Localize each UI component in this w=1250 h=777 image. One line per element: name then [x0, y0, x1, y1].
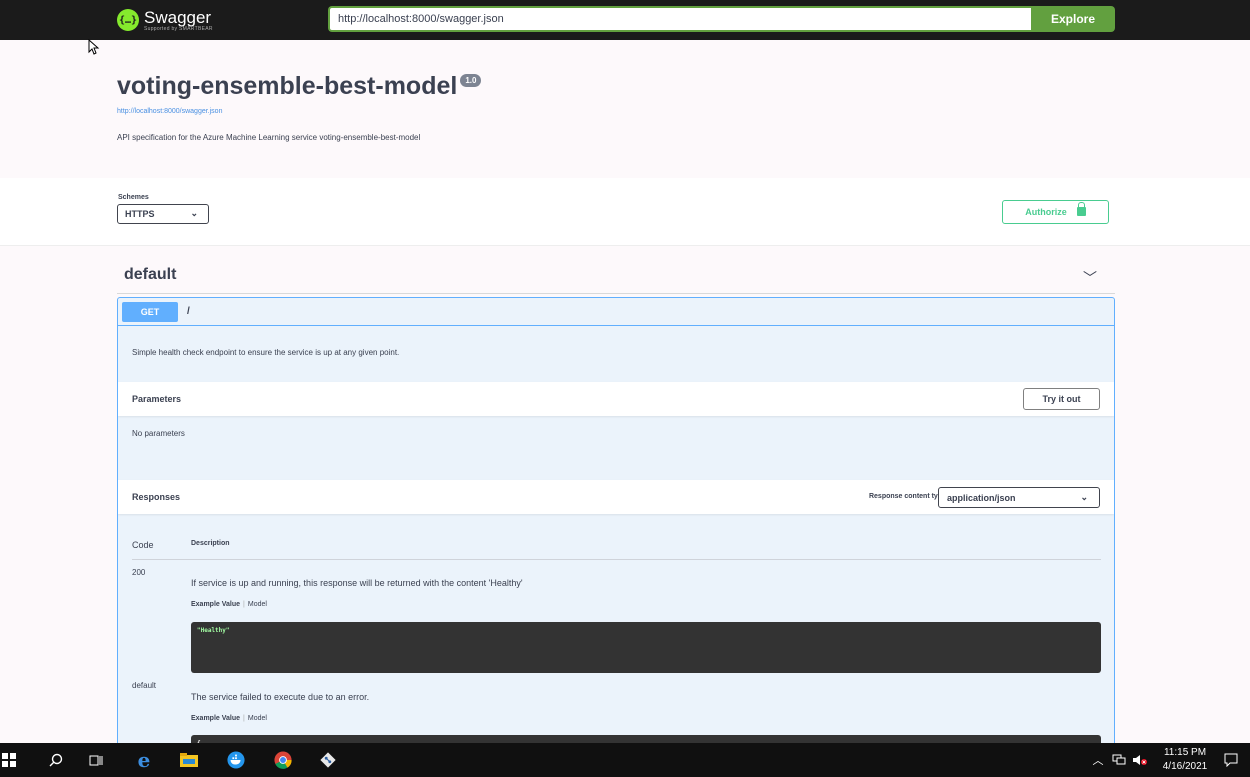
spec-url-link[interactable]: http://localhost:8000/swagger.json	[117, 108, 222, 115]
schemes-selected: HTTPS	[125, 209, 155, 219]
swagger-logo[interactable]: {…} Swagger Supported by SMARTBEAR	[117, 5, 213, 35]
spec-url-input[interactable]	[328, 6, 1032, 32]
internet-explorer-icon[interactable]: e	[135, 748, 153, 772]
chrome-icon[interactable]	[274, 751, 292, 769]
description-column-header: Description	[191, 540, 230, 547]
response-content-type-value: application/json	[947, 492, 1016, 503]
method-badge: GET	[122, 301, 178, 322]
example-tabs: Example Value | Model	[191, 601, 267, 608]
network-icon[interactable]	[1110, 751, 1128, 769]
response-content-type-label: Response content type	[868, 493, 946, 500]
parameters-label: Parameters	[132, 394, 182, 404]
schemes-container: Schemes HTTPS ⌄ Authorize	[0, 178, 1250, 246]
schemes-label: Schemes	[118, 194, 149, 201]
chevron-down-icon[interactable]: ﹀	[1083, 268, 1097, 288]
tray-chevron-up-icon[interactable]: ︿	[1089, 751, 1107, 769]
api-title: voting-ensemble-best-model	[117, 72, 458, 100]
example-code-block: "Healthy"	[191, 622, 1101, 673]
windows-taskbar: e ︿ 11:15 PM 4/16/2021	[0, 743, 1250, 777]
example-tabs: Example Value | Model	[191, 715, 267, 722]
logo-subtitle: Supported by SMARTBEAR	[144, 25, 213, 32]
operation-summary[interactable]: GET /	[118, 298, 1114, 326]
mouse-pointer-icon	[88, 39, 100, 55]
explore-button[interactable]: Explore	[1031, 6, 1115, 32]
responses-label: Responses	[132, 492, 181, 502]
schemes-select[interactable]: HTTPS ⌄	[117, 204, 209, 224]
page-title: voting-ensemble-best-model 1.0	[117, 72, 482, 101]
chevron-down-icon: ⌄	[1080, 492, 1088, 502]
example-value-tab[interactable]: Example Value	[191, 601, 240, 608]
responses-header: Responses Response content type applicat…	[118, 480, 1114, 514]
operation-description: Simple health check endpoint to ensure t…	[132, 348, 400, 357]
chevron-down-icon: ⌄	[190, 208, 198, 218]
model-tab[interactable]: Model	[248, 715, 267, 722]
parameters-header: Parameters Try it out	[118, 382, 1114, 416]
code-column-header: Code	[132, 540, 154, 550]
authorize-button[interactable]: Authorize	[1002, 200, 1109, 224]
logo-name: Swagger	[144, 7, 212, 27]
volume-muted-icon[interactable]	[1131, 751, 1149, 769]
response-code: default	[132, 681, 157, 690]
clock-time: 11:15 PM	[1163, 747, 1207, 758]
system-clock[interactable]: 11:15 PM 4/16/2021	[1159, 746, 1211, 774]
response-description: The service failed to execute due to an …	[191, 692, 370, 702]
windows-start-icon[interactable]	[0, 751, 18, 769]
response-content-type-select[interactable]: application/json ⌄	[938, 487, 1100, 508]
swagger-braces-icon: {…}	[117, 9, 139, 31]
lock-icon	[1076, 201, 1086, 216]
responses-table-header: Code Description	[132, 534, 1101, 560]
top-bar: {…} Swagger Supported by SMARTBEAR Explo…	[0, 0, 1250, 40]
model-tab[interactable]: Model	[248, 601, 267, 608]
git-icon[interactable]	[319, 751, 337, 769]
response-code: 200	[132, 568, 146, 577]
version-badge: 1.0	[460, 74, 482, 87]
file-explorer-icon[interactable]	[180, 751, 198, 769]
operation-block: GET / Simple health check endpoint to en…	[117, 297, 1115, 757]
example-value-tab[interactable]: Example Value	[191, 715, 240, 722]
tag-name: default	[124, 266, 177, 283]
tag-section-header[interactable]: default ﹀	[117, 260, 1115, 294]
action-center-icon[interactable]	[1222, 751, 1240, 769]
clock-date: 4/16/2021	[1162, 761, 1208, 772]
task-view-icon[interactable]	[87, 751, 105, 769]
docker-icon[interactable]	[227, 751, 245, 769]
response-description: If service is up and running, this respo…	[191, 578, 523, 588]
operation-path: /	[187, 306, 190, 317]
authorize-label: Authorize	[1025, 207, 1067, 217]
search-icon[interactable]	[47, 751, 65, 769]
try-it-out-button[interactable]: Try it out	[1023, 388, 1100, 410]
api-info: voting-ensemble-best-model 1.0	[117, 72, 482, 101]
no-parameters-text: No parameters	[132, 429, 185, 438]
api-description: API specification for the Azure Machine …	[117, 133, 421, 142]
